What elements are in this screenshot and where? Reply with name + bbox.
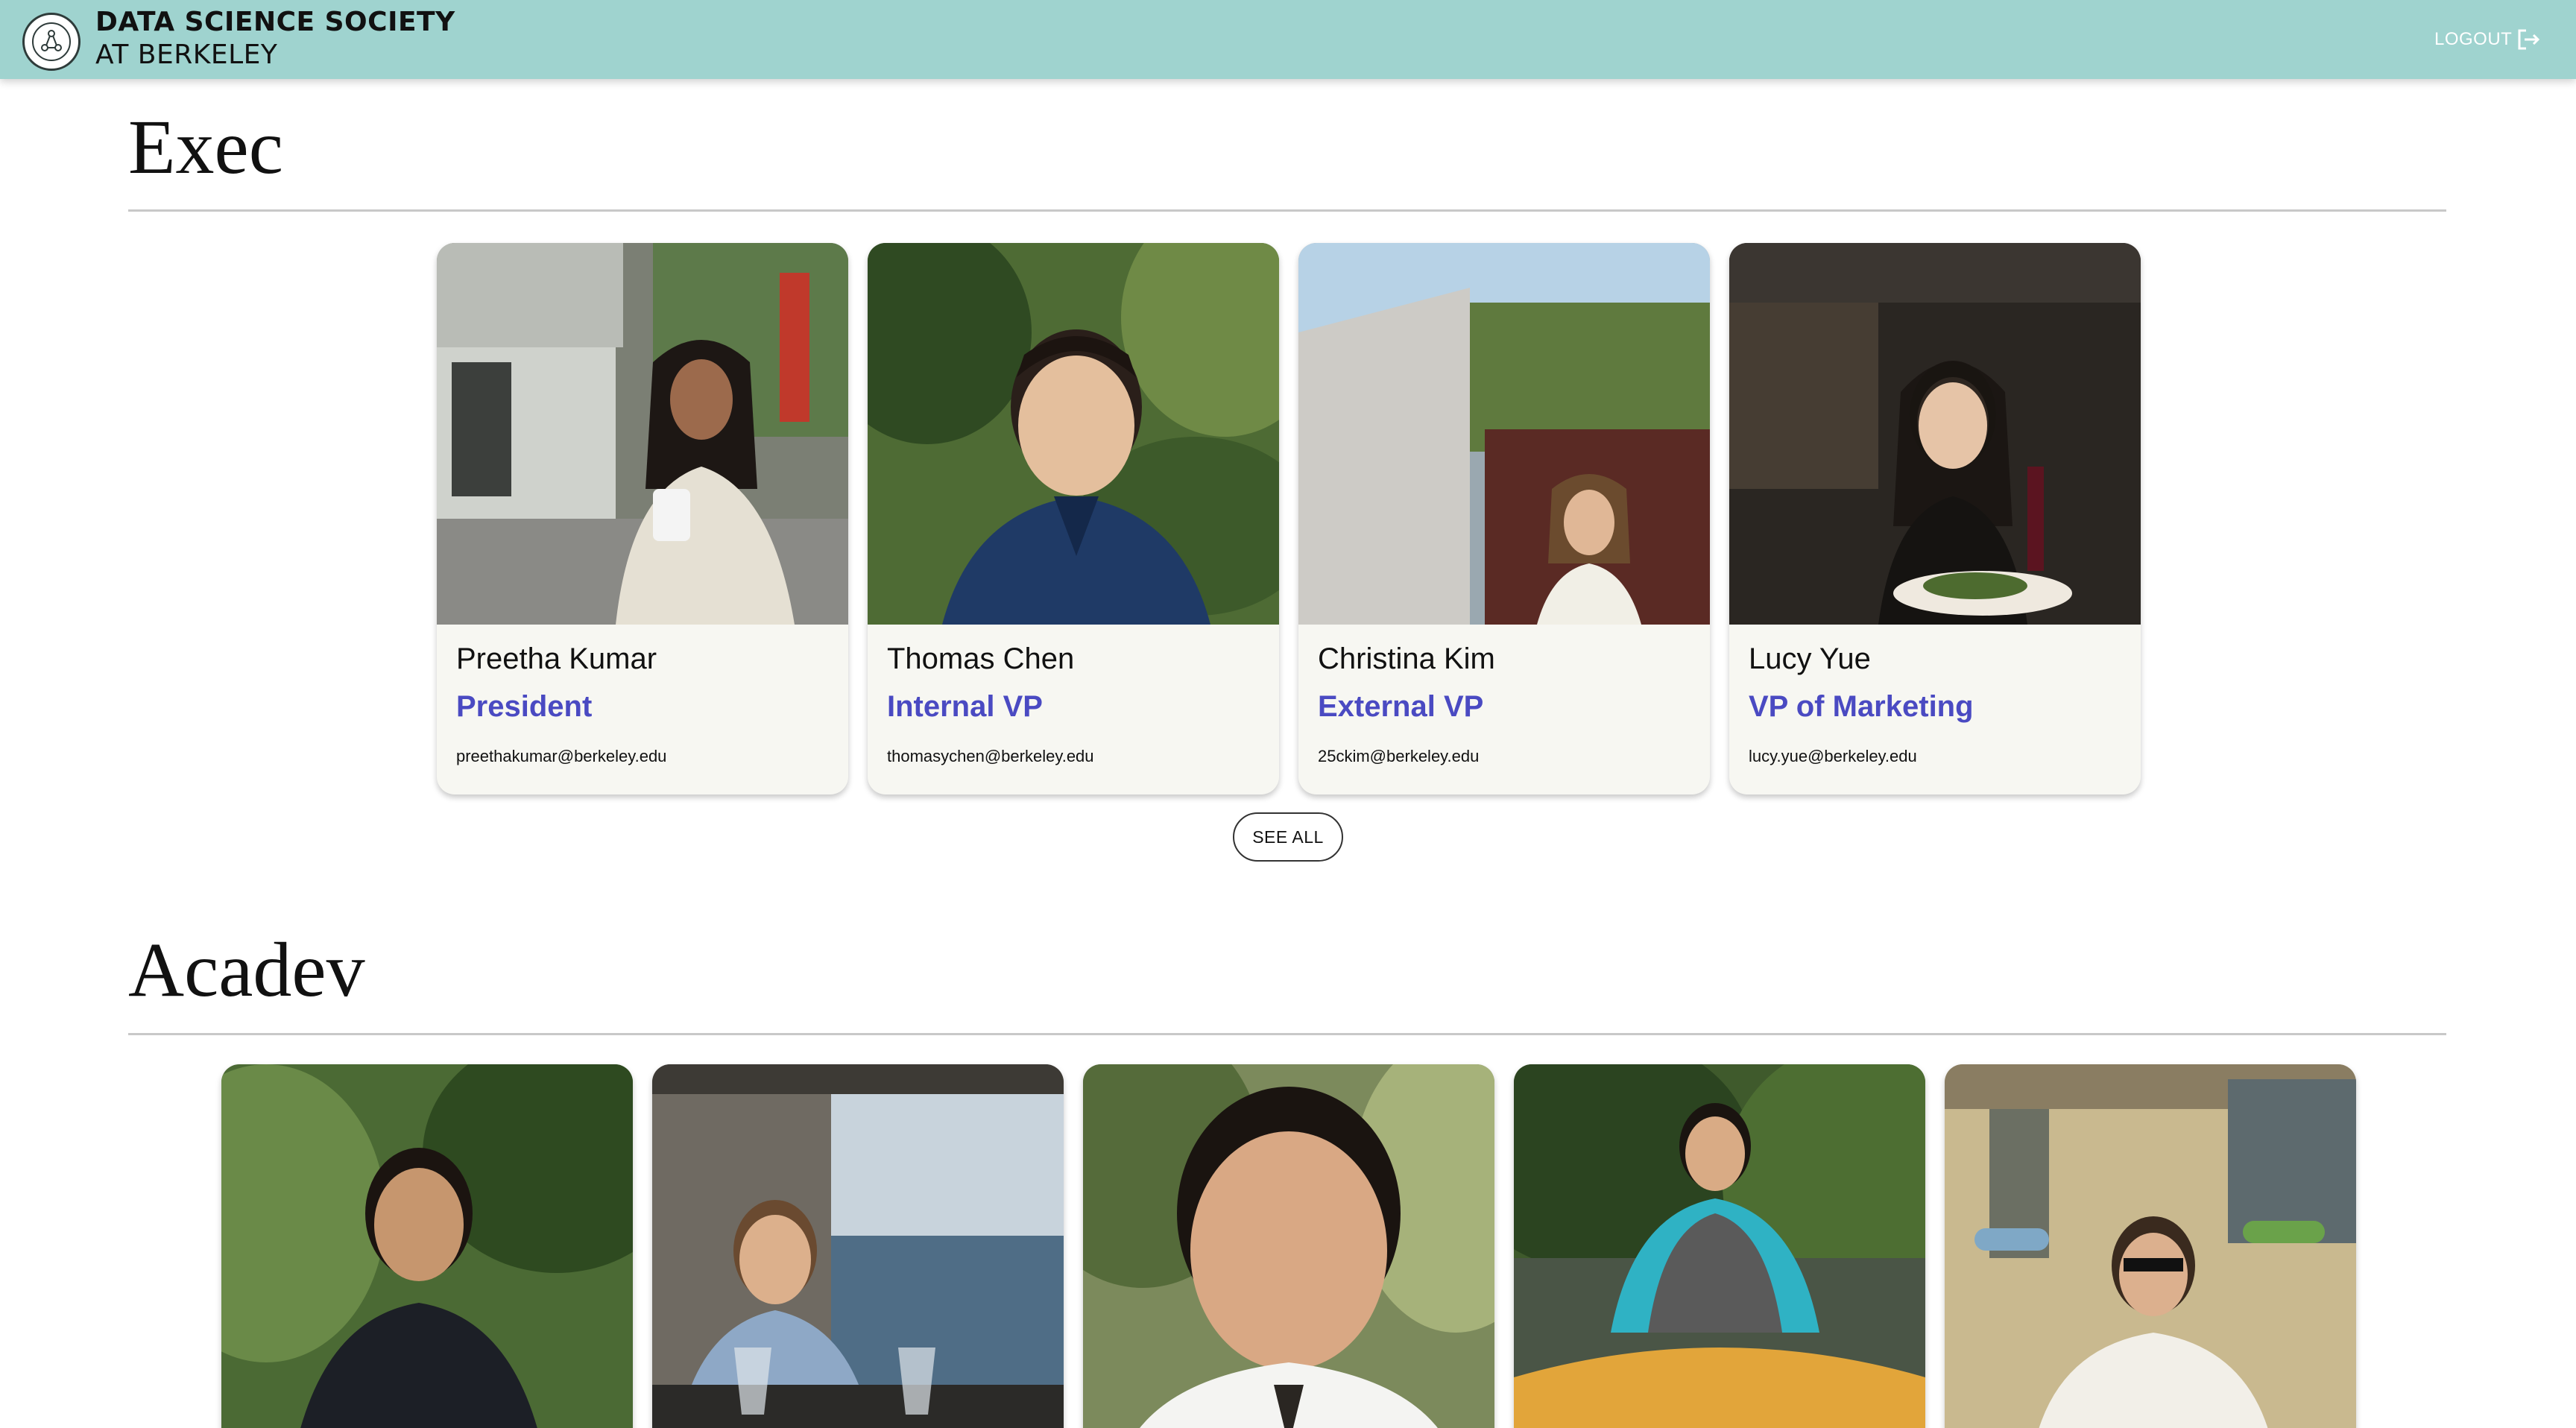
brand-name[interactable]: DATA SCIENCE SOCIETY AT BERKELEY [95,9,455,69]
member-name: Thomas Chen [887,642,1075,675]
logout-icon [2518,29,2540,50]
society-logo-icon[interactable] [22,13,80,71]
member-photo [437,243,848,625]
member-card[interactable] [1945,1064,2356,1428]
member-photo [1514,1064,1925,1428]
member-photo [221,1064,633,1428]
section-divider [128,1033,2446,1035]
member-card[interactable] [1514,1064,1925,1428]
section-divider [128,209,2446,212]
member-photo [1729,243,2141,625]
member-card[interactable]: Thomas Chen Internal VP thomasychen@berk… [868,243,1279,794]
member-role: VP of Marketing [1749,690,1974,723]
exec-card-list: Preetha Kumar President preethakumar@ber… [437,243,2141,794]
member-photo [1083,1064,1494,1428]
member-role: Internal VP [887,690,1043,723]
see-all-button[interactable]: SEE ALL [1233,812,1343,862]
member-photo [868,243,1279,625]
top-nav-bar: DATA SCIENCE SOCIETY AT BERKELEY LOGOUT [0,0,2576,79]
member-email[interactable]: 25ckim@berkeley.edu [1318,748,1690,765]
member-name: Christina Kim [1318,642,1495,675]
member-photo [652,1064,1064,1428]
member-card[interactable]: Preetha Kumar President preethakumar@ber… [437,243,848,794]
brand-title: DATA SCIENCE SOCIETY [95,7,455,37]
logout-button[interactable]: LOGOUT [2434,26,2542,53]
member-role: President [456,690,593,723]
member-card[interactable] [221,1064,633,1428]
brand-subtitle: AT BERKELEY [95,40,278,70]
member-name: Preetha Kumar [456,642,657,675]
member-photo [1945,1064,2356,1428]
section-title-acadev: Acadev [128,927,365,1013]
member-email[interactable]: lucy.yue@berkeley.edu [1749,748,2121,765]
member-card[interactable]: Lucy Yue VP of Marketing lucy.yue@berkel… [1729,243,2141,794]
section-title-exec: Exec [128,104,283,190]
member-card[interactable] [652,1064,1064,1428]
acadev-card-list [221,1064,2356,1428]
member-email[interactable]: preethakumar@berkeley.edu [456,748,829,765]
member-card[interactable] [1083,1064,1494,1428]
member-email[interactable]: thomasychen@berkeley.edu [887,748,1260,765]
member-name: Lucy Yue [1749,642,1871,675]
member-role: External VP [1318,690,1484,723]
member-card[interactable]: Christina Kim External VP 25ckim@berkele… [1298,243,1710,794]
member-photo [1298,243,1710,625]
logout-label: LOGOUT [2434,29,2513,49]
